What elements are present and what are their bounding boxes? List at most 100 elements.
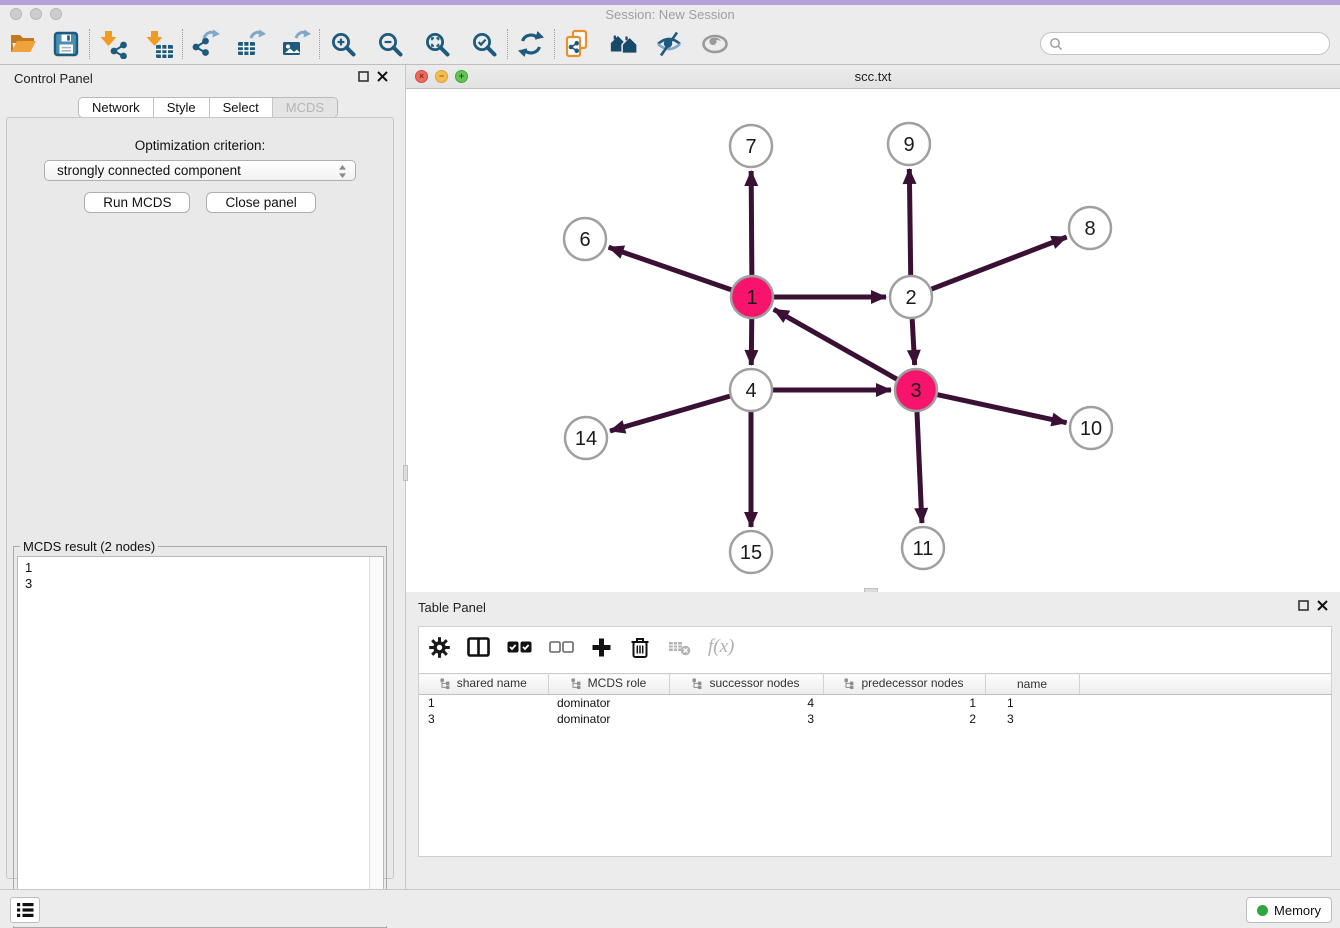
cell[interactable]: 3	[419, 711, 548, 727]
toolbar-separator	[319, 29, 320, 59]
add-row-icon[interactable]	[591, 637, 612, 658]
column-header-name[interactable]: name	[985, 674, 1079, 695]
edge-2-9[interactable]	[909, 169, 910, 275]
search-input[interactable]	[1063, 36, 1329, 51]
edge-3-11[interactable]	[917, 412, 922, 523]
criterion-value: strongly connected component	[57, 163, 241, 178]
cell[interactable]: dominator	[548, 695, 669, 711]
memory-button[interactable]: Memory	[1246, 897, 1332, 923]
edge-2-8[interactable]	[932, 237, 1067, 289]
column-header-MCDS-role[interactable]: MCDS role	[548, 674, 669, 695]
close-window-button[interactable]	[10, 8, 22, 20]
import-table-icon[interactable]	[144, 29, 174, 59]
control-panel-tabs: NetworkStyleSelectMCDS	[78, 97, 338, 118]
control-panel-title: Control Panel	[14, 71, 93, 86]
edge-1-6[interactable]	[609, 247, 732, 290]
zoom-out-icon[interactable]	[375, 29, 405, 59]
mcds-result-list[interactable]: 1 3	[17, 556, 384, 925]
zoom-fit-icon[interactable]	[422, 29, 452, 59]
table-row[interactable]: 3dominator323	[419, 711, 1332, 727]
cell[interactable]: 2	[823, 711, 985, 727]
run-mcds-button[interactable]: Run MCDS	[84, 192, 190, 213]
export-network-icon[interactable]	[191, 29, 221, 59]
node-label-8: 8	[1084, 218, 1095, 240]
tab-style[interactable]: Style	[154, 98, 210, 117]
hide-selected-icon[interactable]	[654, 29, 684, 59]
node-label-7: 7	[745, 136, 756, 158]
minimize-network-button[interactable]: −	[435, 70, 448, 83]
toolbar-separator	[89, 29, 90, 59]
optimization-criterion-label: Optimization criterion:	[7, 138, 393, 153]
import-network-icon[interactable]	[98, 29, 128, 59]
column-view-icon[interactable]	[467, 637, 490, 657]
node-label-4: 4	[745, 380, 756, 402]
network-canvas[interactable]: 1234678910111415	[406, 89, 1340, 592]
close-panel-button[interactable]: Close panel	[206, 192, 315, 213]
clone-network-icon[interactable]	[563, 29, 593, 59]
vertical-splitter-handle[interactable]	[403, 465, 408, 481]
task-history-button[interactable]	[10, 897, 40, 923]
mcds-tab-content: Optimization criterion: strongly connect…	[6, 117, 394, 879]
first-neighbors-icon[interactable]	[609, 29, 639, 59]
cell[interactable]: 1	[985, 695, 1079, 711]
node-label-10: 10	[1080, 418, 1102, 440]
node-label-3: 3	[910, 380, 921, 402]
table-settings-gear-icon[interactable]	[429, 637, 450, 658]
close-panel-icon[interactable]	[377, 71, 388, 82]
criterion-dropdown[interactable]: strongly connected component	[44, 160, 356, 181]
edge-2-3[interactable]	[912, 319, 914, 365]
function-builder-icon: f(x)	[708, 636, 734, 658]
network-window-titlebar[interactable]: × − + scc.txt	[406, 65, 1340, 89]
search-field[interactable]	[1040, 32, 1330, 55]
app-title: Session: New Session	[0, 5, 1340, 24]
edge-3-1[interactable]	[774, 309, 897, 379]
save-session-icon[interactable]	[51, 29, 81, 59]
minimize-window-button[interactable]	[30, 8, 42, 20]
network-window-controls: × − +	[415, 70, 468, 83]
tab-network[interactable]: Network	[79, 98, 154, 117]
column-header-shared-name[interactable]: shared name	[419, 674, 548, 695]
export-table-icon[interactable]	[236, 29, 266, 59]
node-label-11: 11	[913, 538, 934, 560]
node-label-14: 14	[575, 428, 597, 450]
cell[interactable]: 3	[985, 711, 1079, 727]
open-session-icon[interactable]	[8, 29, 38, 59]
edge-1-7[interactable]	[751, 171, 752, 275]
close-table-panel-icon[interactable]	[1317, 600, 1328, 611]
node-label-6: 6	[579, 229, 590, 251]
cell[interactable]: 4	[669, 695, 823, 711]
refresh-icon[interactable]	[516, 29, 546, 59]
column-header-predecessor-nodes[interactable]: predecessor nodes	[823, 674, 985, 695]
task-list-icon	[16, 902, 34, 918]
node-label-15: 15	[740, 542, 762, 564]
window-controls	[10, 8, 62, 20]
tab-mcds[interactable]: MCDS	[273, 98, 337, 117]
zoom-selected-icon[interactable]	[469, 29, 499, 59]
zoom-in-icon[interactable]	[328, 29, 358, 59]
column-header-successor-nodes[interactable]: successor nodes	[669, 674, 823, 695]
unselect-all-columns-icon[interactable]	[549, 641, 574, 653]
cell[interactable]: 1	[419, 695, 548, 711]
table-card: f(x) shared nameMCDS rolesuccessor nodes…	[418, 626, 1332, 857]
delete-icon[interactable]	[629, 636, 651, 659]
edge-4-14[interactable]	[610, 396, 730, 431]
table-panel: Table Panel	[405, 592, 1340, 889]
cell[interactable]: 1	[823, 695, 985, 711]
select-all-columns-icon[interactable]	[507, 641, 532, 653]
edge-3-10[interactable]	[937, 395, 1066, 423]
cell[interactable]: 3	[669, 711, 823, 727]
float-table-panel-icon[interactable]	[1298, 600, 1309, 611]
cell[interactable]: dominator	[548, 711, 669, 727]
network-view-window: × − + scc.txt 1234678910111415	[405, 65, 1340, 592]
maximize-network-button[interactable]: +	[455, 70, 468, 83]
export-image-icon[interactable]	[281, 29, 311, 59]
float-panel-icon[interactable]	[358, 71, 369, 82]
memory-status-icon	[1257, 905, 1268, 916]
zoom-window-button[interactable]	[50, 8, 62, 20]
close-network-button[interactable]: ×	[415, 70, 428, 83]
toolbar-separator	[554, 29, 555, 59]
result-scrollbar[interactable]	[369, 557, 382, 924]
table-row[interactable]: 1dominator411	[419, 695, 1332, 711]
tab-select[interactable]: Select	[210, 98, 273, 117]
show-all-icon[interactable]	[700, 29, 730, 59]
